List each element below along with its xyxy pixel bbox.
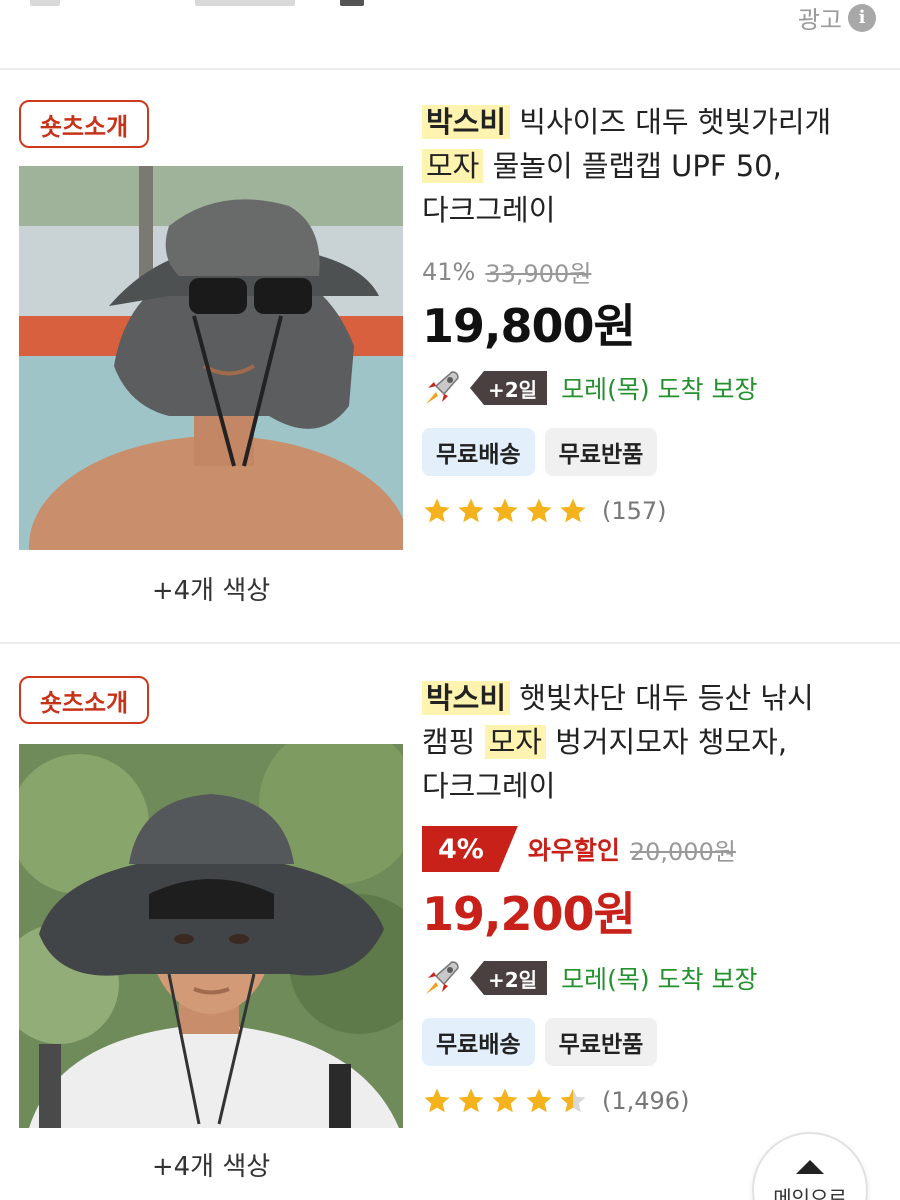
title-text: 벙거지모자 챙모자,	[555, 725, 788, 759]
rocket-icon	[426, 371, 459, 404]
star-icon	[526, 498, 552, 523]
discount-rate: 41%	[422, 257, 476, 286]
star-icon	[458, 1088, 484, 1113]
rating: (1,496)	[422, 1086, 689, 1116]
original-price: 20,000원	[629, 837, 736, 866]
rating: (157)	[422, 496, 667, 526]
plus-day-badge: +2일	[470, 961, 548, 995]
service-chips: 무료배송 무료반품	[422, 428, 658, 476]
title-text: 다크그레이	[422, 193, 556, 227]
keyword-highlight: 모자	[422, 149, 484, 183]
arrow-up-icon	[796, 1160, 824, 1174]
info-icon[interactable]: i	[848, 3, 876, 32]
back-to-main-label: 메인으로	[773, 1186, 847, 1200]
star-icon	[526, 1088, 552, 1113]
free-return-chip: 무료반품	[544, 428, 658, 476]
previous-thumbnail-edge	[195, 0, 295, 6]
title-text: 캠핑	[422, 725, 476, 759]
half-star-icon	[560, 1088, 586, 1113]
hat-man-photo-2	[19, 744, 403, 1128]
previous-item-strip: 광고 i	[0, 0, 900, 70]
product-card[interactable]: 숏츠소개 +4개 색상 박스비 햇빛차단 대두 등산 낚시 캠핑 모자 벙거지모…	[0, 646, 900, 1200]
keyword-highlight: 모자	[484, 725, 546, 759]
brand-highlight: 박스비	[422, 681, 511, 715]
delivery-info: +2일 모레(목) 도착 보장	[422, 958, 757, 998]
previous-thumbnail-edge	[340, 0, 364, 6]
delivery-info: +2일 모레(목) 도착 보장	[422, 368, 757, 408]
product-card[interactable]: 숏츠소개 +4개 색상 박스비 빅사이즈 대두 햇빛가리개 모자 물놀이 플랩캡	[0, 72, 900, 644]
free-shipping-chip: 무료배송	[422, 1018, 535, 1066]
star-icon	[492, 1088, 518, 1113]
shorts-badge[interactable]: 숏츠소개	[19, 100, 149, 148]
wow-discount-line: 4% 와우할인 20,000원	[422, 826, 736, 872]
title-text: 물놀이 플랩캡 UPF 50,	[492, 149, 782, 183]
star-icon	[424, 498, 450, 523]
star-icon	[424, 1088, 450, 1113]
review-count: (157)	[602, 497, 667, 525]
product-image[interactable]	[19, 744, 403, 1128]
ad-label[interactable]: 광고 i	[798, 0, 876, 35]
wow-discount-label: 와우할인	[527, 836, 620, 865]
product-image[interactable]	[19, 166, 403, 550]
more-colors-label[interactable]: +4개 색상	[19, 570, 403, 607]
ad-text: 광고	[797, 6, 842, 34]
arrival-guarantee: 모레(목) 도착 보장	[561, 965, 758, 994]
more-colors-label[interactable]: +4개 색상	[19, 1146, 403, 1183]
discount-line: 41% 33,900원	[422, 254, 591, 289]
star-icon	[458, 498, 484, 523]
product-title[interactable]: 박스비 빅사이즈 대두 햇빛가리개 모자 물놀이 플랩캡 UPF 50, 다크그…	[422, 100, 882, 232]
title-text: 다크그레이	[422, 769, 556, 803]
title-text: 햇빛차단 대두 등산 낚시	[519, 681, 814, 715]
plus-day-badge: +2일	[470, 371, 548, 405]
wow-discount-badge: 4%	[422, 826, 518, 872]
free-return-chip: 무료반품	[544, 1018, 658, 1066]
free-shipping-chip: 무료배송	[422, 428, 535, 476]
review-count: (1,496)	[602, 1087, 690, 1115]
original-price: 33,900원	[485, 260, 592, 288]
star-icon	[560, 498, 586, 523]
rocket-icon	[426, 961, 459, 994]
title-text: 빅사이즈 대두 햇빛가리개	[519, 105, 832, 139]
sale-price: 19,200원	[422, 887, 636, 941]
arrival-guarantee: 모레(목) 도착 보장	[561, 375, 758, 404]
service-chips: 무료배송 무료반품	[422, 1018, 658, 1066]
brand-highlight: 박스비	[422, 105, 511, 139]
sale-price: 19,800원	[422, 299, 636, 353]
hat-man-photo-1	[19, 166, 403, 550]
shorts-badge[interactable]: 숏츠소개	[19, 676, 149, 724]
previous-thumbnail-edge	[30, 0, 60, 6]
star-icon	[492, 498, 518, 523]
product-title[interactable]: 박스비 햇빛차단 대두 등산 낚시 캠핑 모자 벙거지모자 챙모자, 다크그레이	[422, 676, 882, 808]
